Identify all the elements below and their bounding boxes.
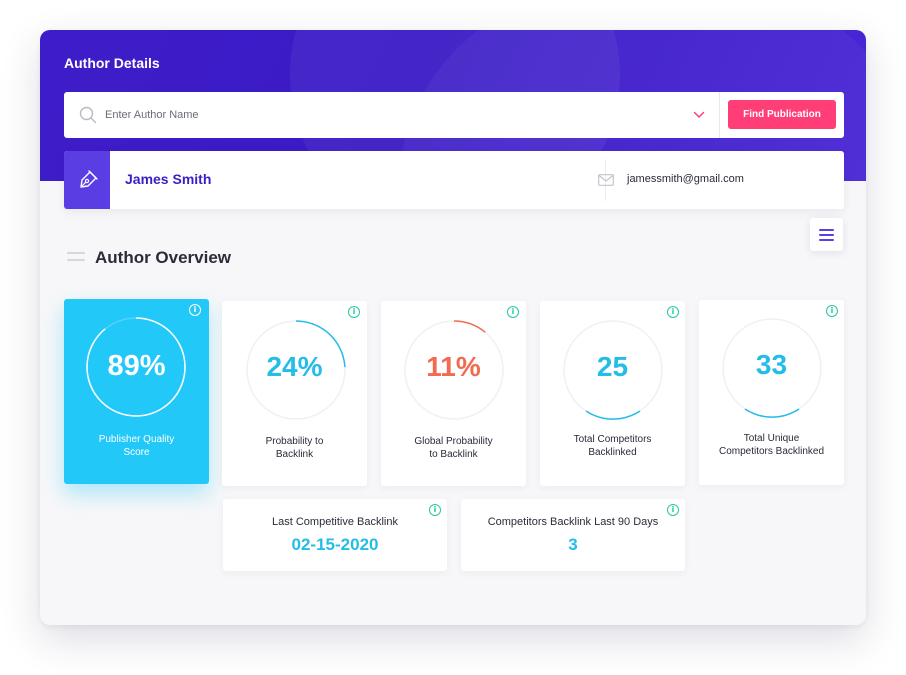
pen-nib-icon (80, 170, 98, 188)
competitors-backlink-90-days-card: i Competitors Backlink Last 90 Days 3 (461, 499, 685, 571)
last-competitive-backlink-card: i Last Competitive Backlink 02-15-2020 (223, 499, 447, 571)
search-icon (79, 106, 97, 124)
metric-value: 24% (266, 351, 323, 382)
metric-label-line: Probability to (265, 436, 324, 447)
metric-label-line: Backlink (275, 449, 314, 460)
metric-value: 89% (107, 350, 166, 382)
section-title: Author Overview (95, 248, 232, 267)
author-search-bar: Find Publication (64, 92, 844, 138)
metric-label-line: Competitors Backlinked (718, 446, 825, 457)
metric-card-total-competitors: i 25 Total Competitors Backlinked (540, 301, 685, 486)
page-title: Author Details (64, 55, 160, 71)
info-icon[interactable]: i (189, 304, 201, 316)
author-details-panel: Author Details Find Publication James Sm… (40, 30, 866, 625)
metric-label: Total Unique Competitors Backlinked (699, 432, 844, 458)
metric-label-line: Backlinked (588, 447, 637, 458)
metric-card-unique-competitors: i 33 Total Unique Competitors Backlinked (699, 300, 844, 485)
info-icon[interactable]: i (667, 306, 679, 318)
mail-icon (598, 174, 614, 186)
info-icon[interactable]: i (826, 305, 838, 317)
metric-value: 33 (755, 349, 788, 380)
info-icon[interactable]: i (667, 504, 679, 516)
metric-label: Global Probability to Backlink (381, 435, 526, 461)
author-avatar (64, 151, 110, 209)
metric-label-line: to Backlink (429, 449, 478, 460)
info-icon[interactable]: i (429, 504, 441, 516)
metric-label-line: Global Probability (414, 436, 493, 447)
wide-metric-value: 3 (568, 535, 578, 554)
metric-label-line: Total Competitors (573, 434, 652, 445)
info-icon[interactable]: i (348, 306, 360, 318)
chevron-down-icon[interactable] (693, 110, 705, 120)
author-name: James Smith (125, 171, 212, 187)
wide-metric-title: Last Competitive Backlink (272, 516, 398, 528)
hamburger-menu-icon (819, 234, 834, 236)
info-icon[interactable]: i (507, 306, 519, 318)
hamburger-menu-icon (819, 239, 834, 241)
author-email: jamessmith@gmail.com (627, 173, 744, 185)
search-divider (719, 92, 720, 138)
menu-button[interactable] (810, 218, 843, 251)
metric-label-line: Publisher Quality (98, 434, 175, 445)
metric-value: 11% (426, 351, 481, 382)
metric-label-line: Total Unique (743, 433, 800, 444)
find-publication-button[interactable]: Find Publication (728, 100, 836, 129)
metric-card-publisher-quality: i 89% Publisher Quality Score (64, 299, 209, 484)
section-marker-icon (67, 252, 85, 266)
wide-metric-value: 02-15-2020 (291, 535, 379, 554)
hamburger-menu-icon (819, 229, 834, 231)
metric-card-probability-backlink: i 24% Probability to Backlink (222, 301, 367, 486)
metric-label: Total Competitors Backlinked (540, 433, 685, 459)
metric-label-line: Score (123, 447, 150, 458)
metric-label: Probability to Backlink (222, 435, 367, 461)
metric-card-global-probability: i 11% Global Probability to Backlink (381, 301, 526, 486)
metric-value: 25 (596, 351, 629, 382)
metric-label: Publisher Quality Score (64, 433, 209, 459)
author-card: James Smith jamessmith@gmail.com (64, 151, 844, 209)
wide-metric-title: Competitors Backlink Last 90 Days (487, 516, 659, 528)
author-name-input[interactable] (104, 92, 664, 138)
